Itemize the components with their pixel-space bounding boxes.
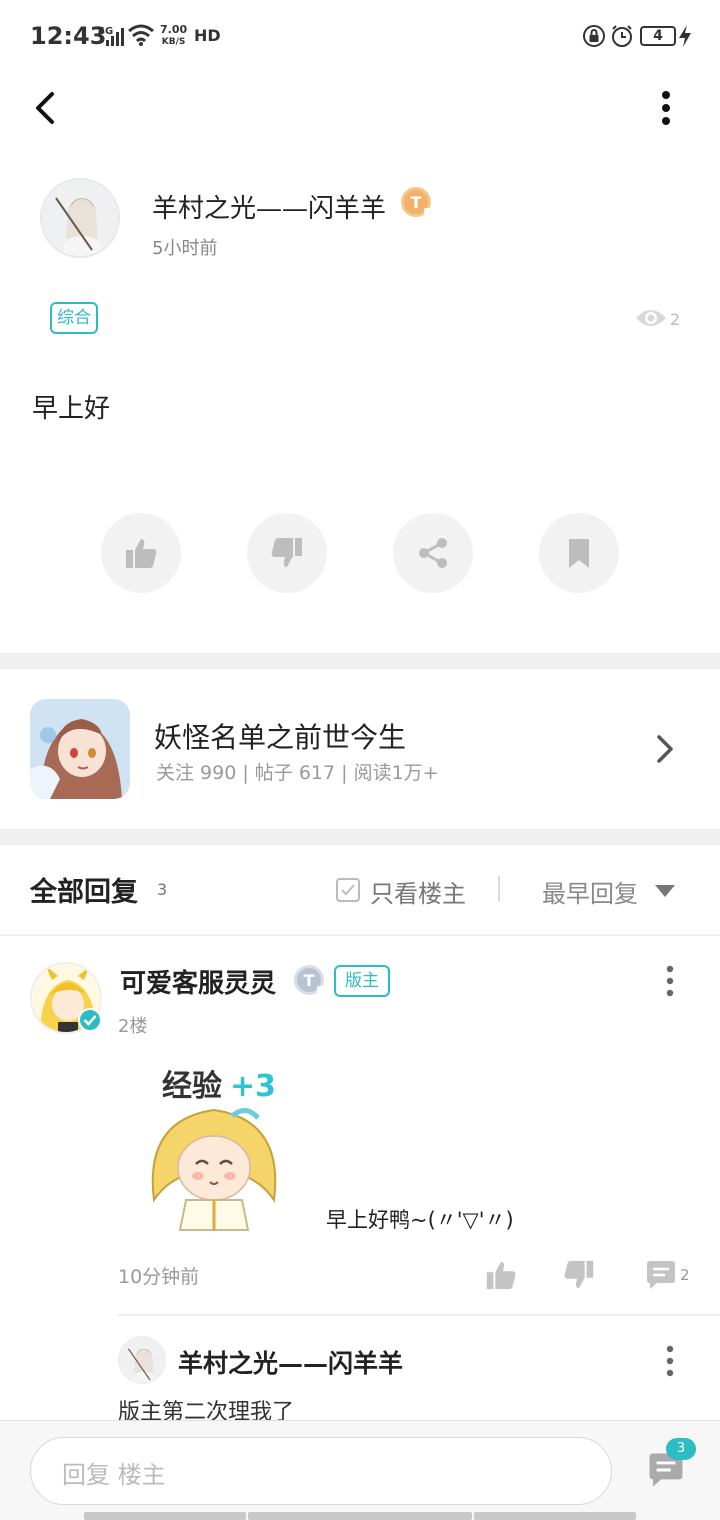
thumbs-down-icon	[271, 538, 302, 567]
charging-icon	[679, 25, 691, 47]
more-vertical-icon	[666, 1345, 674, 1377]
reply-comment-button[interactable]	[644, 1258, 678, 1292]
signal-icon	[106, 28, 124, 46]
sub-reply-divider	[118, 1314, 720, 1316]
thumbs-up-icon	[486, 1261, 516, 1290]
replies-title: 全部回复	[30, 877, 138, 908]
chevron-right-icon	[657, 735, 673, 763]
hd-indicator: HD	[194, 26, 221, 45]
header-divider	[0, 934, 720, 936]
user-level-badge: T	[293, 964, 327, 998]
exp-sticker-image: 经验 +3	[134, 1060, 294, 1236]
comments-count-badge: 3	[666, 1438, 696, 1460]
reply-author-name[interactable]: 可爱客服灵灵	[120, 963, 276, 1000]
only-op-checkbox[interactable]	[336, 878, 360, 902]
forum-open-button[interactable]	[652, 732, 678, 766]
rotation-lock-icon	[583, 25, 605, 47]
author-name[interactable]: 羊村之光——闪羊羊	[152, 188, 386, 225]
like-button[interactable]	[101, 513, 181, 593]
sub-reply-avatar[interactable]	[118, 1336, 166, 1384]
sub-reply-author[interactable]: 羊村之光——闪羊羊	[178, 1344, 403, 1380]
reply-like-button[interactable]	[484, 1258, 518, 1292]
verified-icon	[78, 1008, 102, 1032]
section-divider	[0, 653, 720, 669]
wifi-icon	[128, 24, 154, 46]
back-arrow-icon	[36, 92, 54, 124]
avatar-image	[120, 1338, 164, 1382]
net-speed-value: 7.00	[160, 23, 188, 36]
more-options-button[interactable]	[648, 86, 684, 130]
more-vertical-icon	[662, 91, 670, 125]
reply-floor: 2楼	[118, 1016, 148, 1037]
avatar-image	[42, 180, 118, 256]
nav-handle	[84, 1512, 246, 1520]
reply-more-button[interactable]	[658, 964, 682, 998]
moderator-badge: 版主	[334, 965, 390, 997]
reply-time: 10分钟前	[118, 1266, 200, 1288]
eye-icon	[636, 310, 666, 326]
more-vertical-icon	[666, 965, 674, 997]
share-icon	[419, 538, 447, 568]
status-time: 12:43	[30, 22, 107, 50]
post-body: 早上好	[32, 394, 111, 424]
check-icon	[341, 884, 355, 896]
replies-count: 3	[157, 880, 168, 899]
sort-dropdown[interactable]: 最早回复	[542, 874, 638, 909]
sticker-bonus: +3	[230, 1069, 276, 1104]
reply-comment-count: 2	[680, 1266, 690, 1284]
forum-stats: 关注 990 | 帖子 617 | 阅读1万+	[156, 762, 439, 784]
forum-image	[30, 699, 130, 799]
topic-tag[interactable]: 综合	[50, 302, 98, 334]
forum-icon[interactable]	[30, 699, 130, 799]
reply-badge-letter: T	[304, 971, 315, 990]
nav-handle	[248, 1512, 472, 1520]
net-speed: 7.00 KB/S	[160, 24, 187, 48]
author-badge-letter: T	[411, 193, 422, 212]
caret-down-icon[interactable]	[654, 884, 676, 898]
dislike-button[interactable]	[247, 513, 327, 593]
net-speed-unit: KB/S	[161, 37, 186, 47]
status-bar: 12:43 4G 7.00 KB/S HD 4	[0, 0, 720, 72]
comment-icon	[647, 1261, 675, 1289]
view-count: 2	[670, 310, 681, 329]
nav-handle	[474, 1512, 636, 1520]
sub-reply-more-button[interactable]	[658, 1344, 682, 1378]
post-time: 5小时前	[152, 238, 218, 259]
battery-icon: 4	[640, 26, 676, 46]
only-op-label[interactable]: 只看楼主	[370, 874, 466, 909]
forum-name[interactable]: 妖怪名单之前世今生	[154, 716, 406, 756]
section-divider	[0, 829, 720, 845]
bookmark-button[interactable]	[539, 513, 619, 593]
sticker-text: 经验	[162, 1069, 222, 1104]
alarm-icon	[612, 25, 632, 47]
reply-dislike-button[interactable]	[562, 1258, 596, 1292]
reply-input-placeholder: 回复 楼主	[62, 1461, 166, 1489]
reply-text: 早上好鸭~(〃'▽'〃)	[326, 1208, 514, 1232]
thumbs-up-icon	[126, 539, 157, 568]
author-avatar[interactable]	[40, 178, 120, 258]
bookmark-icon	[569, 539, 589, 568]
user-level-badge: T	[400, 186, 434, 220]
share-button[interactable]	[393, 513, 473, 593]
thumbs-down-icon	[564, 1260, 594, 1289]
back-button[interactable]	[24, 86, 68, 130]
sort-separator	[498, 876, 500, 902]
